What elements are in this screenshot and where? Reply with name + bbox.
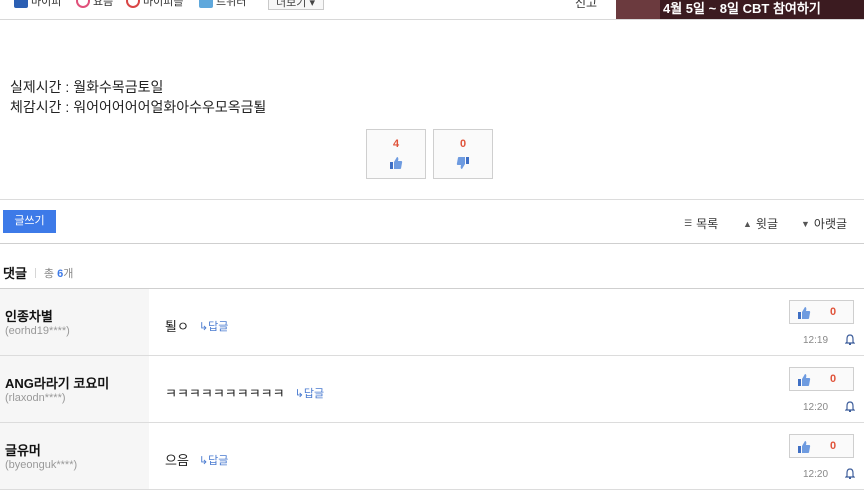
- thumb-up-icon: [798, 307, 811, 319]
- reply-link[interactable]: ↳답글: [199, 318, 228, 334]
- downvote-count: 0: [459, 138, 467, 150]
- comment-time: 12:19: [803, 335, 829, 346]
- bell-icon[interactable]: [845, 401, 855, 412]
- share-mypeople-button[interactable]: 마이피플: [126, 0, 183, 10]
- thumb-down-icon: [456, 157, 469, 169]
- upvote-count: 4: [392, 138, 400, 150]
- share-twitter-label: 트위터: [216, 0, 247, 8]
- report-link[interactable]: 신고: [575, 0, 597, 11]
- share-mypeople-label: 마이피플: [143, 0, 184, 8]
- share-mypi-label: 마이피: [31, 0, 62, 8]
- comment-row: 인종차별 (eorhd19****) 퇼ㅇ ↳답글 0 12:19: [0, 289, 864, 356]
- comments-title: 댓글: [3, 266, 27, 281]
- comment-like-button[interactable]: 0: [789, 434, 854, 458]
- comment-time: 12:20: [803, 469, 829, 480]
- separator: [34, 267, 36, 278]
- yozm-icon: [76, 0, 90, 8]
- comment-nickname[interactable]: 인종차별: [5, 306, 53, 325]
- more-share-label: 더보기: [276, 0, 307, 9]
- downvote-button[interactable]: 0: [433, 129, 493, 179]
- reply-link[interactable]: ↳답글: [295, 385, 324, 401]
- cbt-banner[interactable]: 4월 5일 ~ 8일 CBT 참여하기: [616, 0, 864, 19]
- divider: [0, 243, 864, 244]
- comment-like-count: 0: [830, 373, 837, 385]
- comment-author: 글유머 (byeonguk****): [0, 423, 149, 489]
- comment-body: ㅋㅋㅋㅋㅋㅋㅋㅋㅋㅋ: [165, 386, 285, 401]
- mypi-icon: [14, 0, 28, 8]
- banner-text: 4월 5일 ~ 8일 CBT 참여하기: [663, 1, 821, 16]
- chevron-down-icon: ▾: [309, 0, 315, 9]
- comment-nickname[interactable]: ANG라라기 코요미: [5, 373, 109, 392]
- comment-like-count: 0: [830, 440, 837, 452]
- comment-row: ANG라라기 코요미 (rlaxodn****) ㅋㅋㅋㅋㅋㅋㅋㅋㅋㅋ ↳답글 0…: [0, 356, 864, 423]
- comment-text: ㅋㅋㅋㅋㅋㅋㅋㅋㅋㅋ ↳답글: [165, 383, 324, 402]
- next-post-link[interactable]: ▼ 아랫글: [801, 215, 847, 232]
- write-post-button[interactable]: 글쓰기: [3, 210, 56, 233]
- thumb-up-icon: [798, 374, 811, 386]
- triangle-down-icon: ▼: [801, 218, 810, 229]
- share-yozm-button[interactable]: 요즘: [76, 0, 113, 10]
- comment-like-button[interactable]: 0: [789, 367, 854, 391]
- divider: [0, 199, 864, 200]
- comment-body: 퇼ㅇ: [165, 319, 189, 334]
- post-body: 실제시간 : 월화수목금토일 체감시간 : 워어어어어어얼화아수우모옥금퇼: [10, 77, 266, 117]
- list-label: 목록: [696, 217, 719, 231]
- comment-author: ANG라라기 코요미 (rlaxodn****): [0, 356, 149, 422]
- comment-row: 글유머 (byeonguk****) 으음 ↳답글 0 12:20: [0, 423, 864, 490]
- comment-author: 인종차별 (eorhd19****): [0, 289, 149, 355]
- comment-user-id: (rlaxodn****): [5, 392, 66, 404]
- comments-header: 댓글 총 6개: [3, 263, 73, 282]
- mypeople-icon: [126, 0, 140, 8]
- comment-time: 12:20: [803, 402, 829, 413]
- upvote-button[interactable]: 4: [366, 129, 426, 179]
- triangle-up-icon: ▲: [743, 218, 752, 229]
- comments-total: 총 6개: [44, 265, 73, 281]
- list-icon: ☰: [684, 218, 693, 228]
- comment-user-id: (eorhd19****): [5, 325, 70, 337]
- post-line-2: 체감시간 : 워어어어어어얼화아수우모옥금퇼: [10, 99, 267, 115]
- more-share-button[interactable]: 더보기 ▾: [268, 0, 324, 10]
- comment-body: 으음: [165, 453, 189, 468]
- comment-text: 으음 ↳답글: [165, 450, 228, 469]
- bell-icon[interactable]: [845, 468, 855, 479]
- comment-nickname[interactable]: 글유머: [5, 440, 41, 459]
- share-mypi-button[interactable]: 마이피: [14, 0, 61, 10]
- comments-unit: 개: [63, 267, 74, 280]
- thumb-up-icon: [798, 441, 811, 453]
- list-link[interactable]: ☰ 목록: [684, 215, 718, 232]
- twitter-icon: [199, 0, 213, 8]
- comment-text: 퇼ㅇ ↳답글: [165, 316, 228, 335]
- comment-like-button[interactable]: 0: [789, 300, 854, 324]
- share-yozm-label: 요즘: [93, 0, 114, 8]
- prev-post-label: 윗글: [755, 217, 779, 231]
- next-post-label: 아랫글: [813, 217, 848, 231]
- post-line-1: 실제시간 : 월화수목금토일: [10, 79, 164, 95]
- prev-post-link[interactable]: ▲ 윗글: [743, 215, 778, 232]
- comments-total-prefix: 총: [43, 267, 55, 280]
- share-twitter-button[interactable]: 트위터: [199, 0, 246, 10]
- comment-user-id: (byeonguk****): [5, 459, 78, 471]
- thumb-up-icon: [390, 157, 403, 169]
- comment-like-count: 0: [830, 306, 837, 318]
- bell-icon[interactable]: [845, 334, 855, 345]
- reply-link[interactable]: ↳답글: [199, 452, 228, 468]
